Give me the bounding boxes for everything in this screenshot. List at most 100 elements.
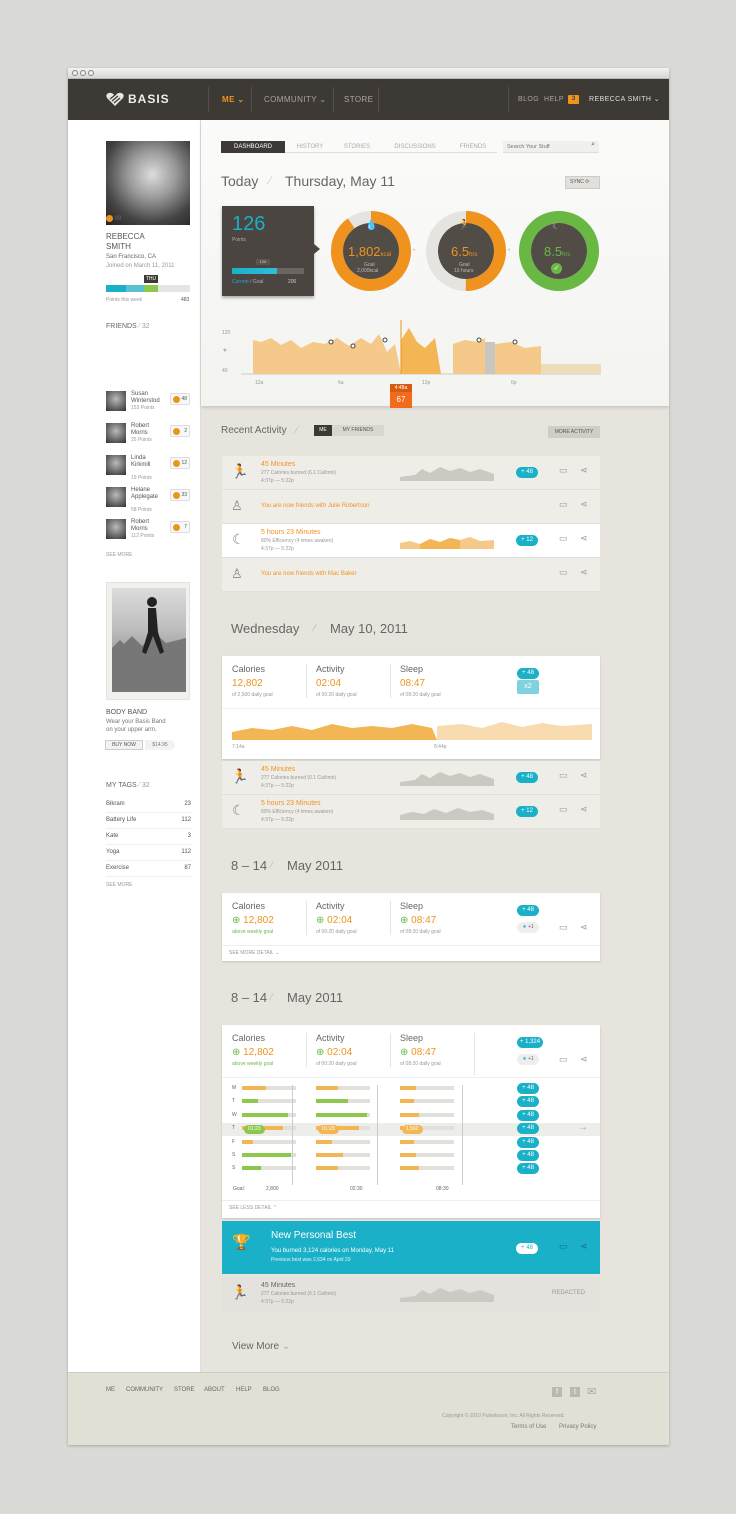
day-bar-fill[interactable] <box>400 1099 414 1104</box>
timeline-marker-tooltip[interactable]: 4:48a 67 <box>390 384 412 408</box>
share-icon[interactable]: ⋖ <box>580 770 588 781</box>
tag-item[interactable]: Bikram 23 <box>106 797 191 813</box>
wed-row-sleep[interactable]: ☾ 5 hours 23 Minutes 80% Efficiency (4 t… <box>222 795 600 829</box>
footer-link-community[interactable]: COMMUNITY <box>126 1387 163 1393</box>
see-less-detail[interactable]: SEE LESS DETAIL ⌃ <box>229 1205 277 1211</box>
highlight-value[interactable]: 1,562 <box>402 1125 423 1134</box>
friend-avatar[interactable] <box>106 487 126 507</box>
day-bar-fill[interactable] <box>242 1166 261 1171</box>
comment-icon[interactable]: ▭ <box>559 804 568 815</box>
share-icon[interactable]: ⋖ <box>580 465 588 476</box>
activity-row-friend[interactable]: ♙ You are now friends with Mac Baker ▭ ⋖ <box>222 558 600 592</box>
nav-blog[interactable]: BLOG <box>518 79 539 120</box>
highlight-value[interactable]: 01:23 <box>244 1125 265 1134</box>
tab-dashboard[interactable]: DASHBOARD <box>221 141 285 153</box>
nav-store[interactable]: STORE <box>344 79 373 120</box>
comment-icon[interactable]: ▭ <box>559 922 568 933</box>
friend-avatar[interactable] <box>106 391 126 411</box>
more-activity-button[interactable]: MORE ACTIVITY <box>548 426 600 438</box>
maximize-dot[interactable] <box>88 70 94 76</box>
notifications-badge[interactable]: 3 <box>568 95 579 104</box>
comment-icon[interactable]: ▭ <box>559 567 568 578</box>
comment-icon[interactable]: ▭ <box>559 1054 568 1065</box>
tag-item[interactable]: Exercise 87 <box>106 861 191 877</box>
day-bar-fill[interactable] <box>242 1112 288 1117</box>
body-band-card[interactable] <box>106 582 190 700</box>
search-box[interactable]: ⌕ <box>503 141 599 153</box>
search-icon[interactable]: ⌕ <box>591 141 595 149</box>
twitter-icon[interactable]: t <box>570 1387 580 1397</box>
see-more-detail[interactable]: SEE MORE DETAIL ⌄ <box>229 950 279 956</box>
day-bar-fill[interactable] <box>400 1086 417 1090</box>
redacted-row[interactable]: 🏃 45 Minutes 277 Calories burned (6.1 Ca… <box>222 1277 600 1311</box>
friend-avatar[interactable] <box>106 455 126 475</box>
day-bar-fill[interactable] <box>400 1112 419 1117</box>
brand-name[interactable]: BASIS <box>128 79 170 120</box>
share-icon[interactable]: ⋖ <box>580 922 588 933</box>
tag-item[interactable]: Yoga 112 <box>106 845 191 861</box>
facebook-icon[interactable]: f <box>552 1387 562 1397</box>
activity-row-sleep[interactable]: ☾ 5 hours 23 Minutes 80% Efficiency (4 t… <box>222 524 600 558</box>
nav-help[interactable]: HELP <box>544 79 564 120</box>
user-menu[interactable]: REBECCA SMITH ⌄ <box>589 79 660 120</box>
day-bar-fill[interactable] <box>316 1153 343 1157</box>
day-bar-fill[interactable] <box>400 1153 417 1157</box>
day-bar-fill[interactable] <box>242 1086 267 1090</box>
search-input[interactable] <box>507 142 587 152</box>
day-bar-fill[interactable] <box>242 1139 253 1144</box>
share-icon[interactable]: ⋖ <box>580 1054 588 1065</box>
share-icon[interactable]: ⋖ <box>580 499 588 510</box>
comment-icon[interactable]: ▭ <box>559 499 568 510</box>
nav-me[interactable]: ME ⌄ <box>222 79 245 120</box>
highlight-value[interactable]: 01:23 <box>318 1125 339 1134</box>
comment-icon[interactable]: ▭ <box>559 1241 568 1252</box>
sync-button[interactable]: SYNC ⟳ <box>565 176 600 189</box>
footer-link-store[interactable]: STORE <box>174 1387 195 1393</box>
share-icon[interactable]: ⋖ <box>580 804 588 815</box>
comment-icon[interactable]: ▭ <box>559 533 568 544</box>
day-bar-fill[interactable] <box>242 1153 291 1157</box>
friends-see-more[interactable]: SEE MORE <box>106 552 132 558</box>
day-bar-fill[interactable] <box>316 1166 338 1171</box>
minimize-dot[interactable] <box>80 70 86 76</box>
share-icon[interactable]: ⋖ <box>580 533 588 544</box>
friend-item[interactable]: Susan Winterstod 153 Points 48 <box>106 391 190 417</box>
profile-avatar[interactable] <box>106 141 190 225</box>
friend-avatar[interactable] <box>106 519 126 539</box>
tab-discussions[interactable]: DISCUSSIONS <box>381 141 449 153</box>
wed-row-exercise[interactable]: 🏃 45 Minutes 277 Calories burned (6.1 Ca… <box>222 761 600 795</box>
friend-item[interactable]: Linda Kirkmill 19 Points 12 <box>106 455 190 481</box>
footer-link-blog[interactable]: BLOG <box>263 1387 280 1393</box>
day-bar-fill[interactable] <box>316 1086 338 1090</box>
day-bar-fill[interactable] <box>400 1166 419 1171</box>
close-dot[interactable] <box>72 70 78 76</box>
tags-see-more[interactable]: SEE MORE <box>106 882 132 888</box>
toggle-my-friends[interactable]: MY FRIENDS <box>332 425 384 436</box>
privacy-link[interactable]: Privacy Policy <box>559 1424 596 1430</box>
activity-row-friend[interactable]: ♙ You are now friends with Julie Roberts… <box>222 490 600 524</box>
tag-item[interactable]: Kate 3 <box>106 829 191 845</box>
footer-link-about[interactable]: ABOUT <box>204 1387 225 1393</box>
mail-icon[interactable]: ✉ <box>587 1387 596 1398</box>
tab-stories[interactable]: STORIES <box>333 141 381 153</box>
comment-icon[interactable]: ▭ <box>559 770 568 781</box>
personal-best-banner[interactable]: 🏆 New Personal Best You burned 3,124 cal… <box>222 1221 600 1274</box>
footer-link-help[interactable]: HELP <box>236 1387 252 1393</box>
day-bar-fill[interactable] <box>316 1099 349 1104</box>
tab-history[interactable]: HISTORY <box>287 141 333 153</box>
day-bar-fill[interactable] <box>316 1139 333 1144</box>
comment-icon[interactable]: ▭ <box>559 465 568 476</box>
toggle-me[interactable]: ME <box>314 425 332 436</box>
friend-item[interactable]: Robert Morris 112 Points 7 <box>106 519 190 545</box>
friend-avatar[interactable] <box>106 423 126 443</box>
buy-now-button[interactable]: BUY NOW <box>105 740 143 750</box>
share-icon[interactable]: ⋖ <box>580 567 588 578</box>
footer-link-me[interactable]: ME <box>106 1387 115 1393</box>
day-bar-fill[interactable] <box>316 1112 368 1117</box>
day-bar-fill[interactable] <box>242 1099 259 1104</box>
arrow-right-icon[interactable]: → <box>578 1122 588 1133</box>
friend-item[interactable]: Robert Morris 25 Points 2 <box>106 423 190 449</box>
activity-row-exercise[interactable]: 🏃 45 Minutes 277 Calories burned (6.1 Ca… <box>222 456 600 490</box>
friend-item[interactable]: Helane Applegate 58 Points 33 <box>106 487 190 513</box>
terms-link[interactable]: Terms of Use <box>511 1424 546 1430</box>
